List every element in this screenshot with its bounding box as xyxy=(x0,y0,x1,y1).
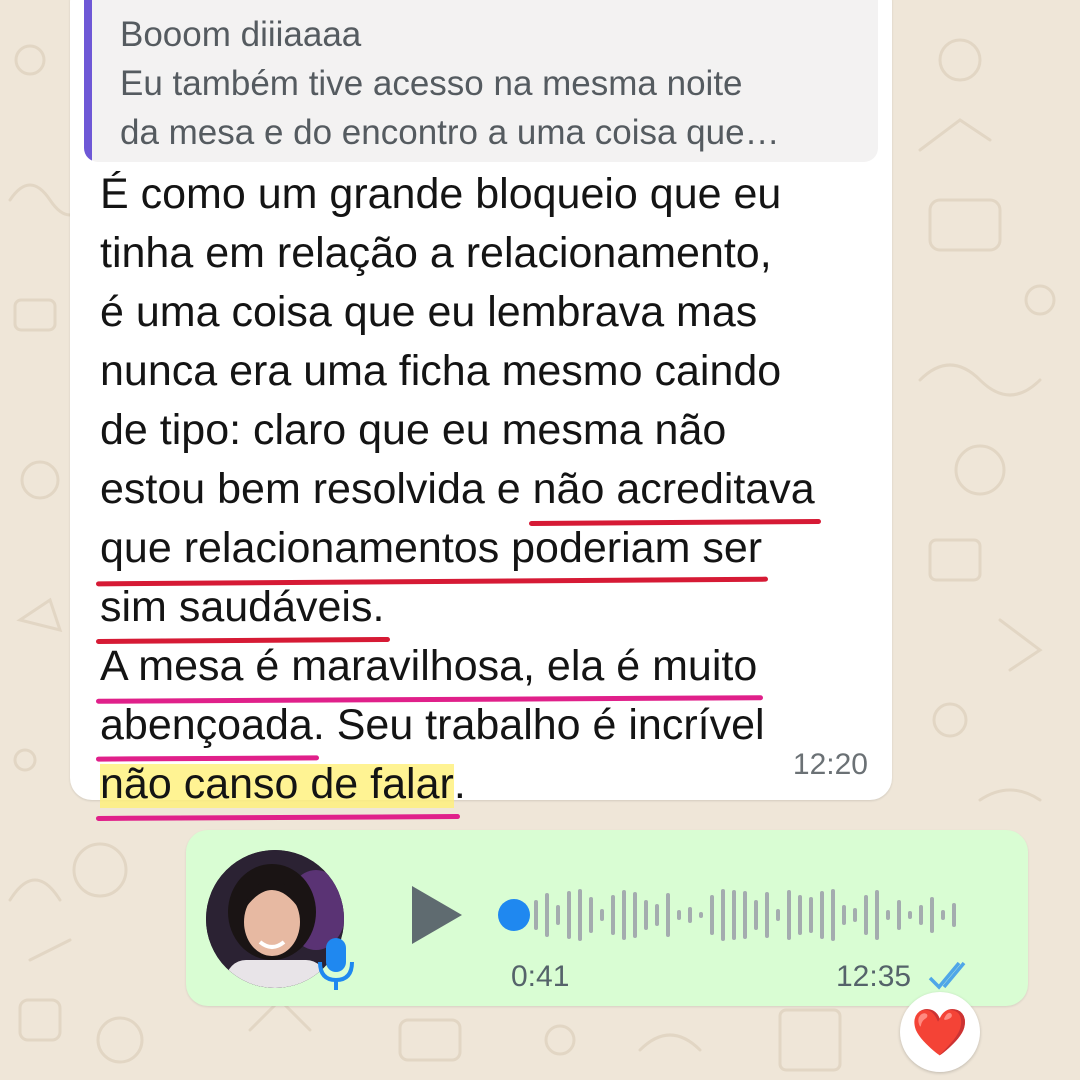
waveform-bar xyxy=(666,893,670,937)
message-text: É como um grande bloqueio que eu tinha e… xyxy=(100,165,880,814)
waveform-bar xyxy=(699,912,703,918)
waveform-bar xyxy=(820,891,824,939)
audio-waveform[interactable] xyxy=(486,880,966,950)
message-line: de tipo: claro que eu mesma não xyxy=(100,406,727,454)
waveform-bar xyxy=(875,890,879,940)
waveform-bar xyxy=(919,905,923,925)
waveform-bar xyxy=(776,909,780,921)
waveform-bar xyxy=(578,889,582,941)
message-text-fragment: . Seu trabalho é incrível xyxy=(312,701,765,749)
waveform-bar xyxy=(831,889,835,941)
waveform-bar xyxy=(600,909,604,921)
message-line: abençoada. Seu trabalho é incrível xyxy=(100,696,880,755)
waveform-bar xyxy=(952,903,956,927)
waveform-bar xyxy=(765,892,769,938)
highlighted-text: não canso de falar xyxy=(100,755,454,814)
message-line: É como um grande bloqueio que eu xyxy=(100,170,782,218)
message-line: sim saudáveis. xyxy=(100,578,880,637)
waveform-bar xyxy=(644,900,648,930)
message-line: estou bem resolvida e não acreditava xyxy=(100,460,880,519)
red-underlined-text: não acreditava xyxy=(533,460,815,519)
quoted-reply[interactable]: Booom diiiaaaa Eu também tive acesso na … xyxy=(84,0,878,162)
waveform-bar xyxy=(556,905,560,925)
message-text-fragment: . xyxy=(453,760,466,808)
quote-accent-bar xyxy=(84,0,92,162)
incoming-message-bubble[interactable]: Booom diiiaaaa Eu também tive acesso na … xyxy=(70,0,892,814)
waveform-bar xyxy=(864,895,868,935)
voice-message-bubble[interactable]: 0:41 12:35 xyxy=(186,830,1028,1006)
message-line: é uma coisa que eu lembrava mas xyxy=(100,288,758,336)
waveform-bar xyxy=(941,910,945,920)
pink-underlined-text: A mesa é maravilhosa, ela é muito xyxy=(100,637,757,696)
waveform-bar xyxy=(732,890,736,940)
waveform-bar xyxy=(853,908,857,922)
waveform-bar xyxy=(930,897,934,933)
message-line: não canso de falar. xyxy=(100,755,880,814)
waveform-bar xyxy=(743,891,747,939)
waveform-bar xyxy=(710,895,714,935)
waveform-bar xyxy=(622,890,626,940)
waveform-bar xyxy=(688,907,692,923)
microphone-icon xyxy=(318,938,354,990)
waveform-bar xyxy=(534,900,538,930)
waveform-bar xyxy=(545,893,549,937)
voice-duration: 0:41 xyxy=(511,960,570,993)
quoted-message-text: Booom diiiaaaa Eu também tive acesso na … xyxy=(120,15,780,152)
message-line: que relacionamentos poderiam ser xyxy=(100,519,880,578)
read-receipt-icon xyxy=(928,961,966,990)
heart-reaction[interactable]: ❤️ xyxy=(900,992,980,1072)
waveform-bar xyxy=(842,905,846,925)
message-timestamp: 12:20 xyxy=(792,748,868,781)
pink-underlined-text: abençoada xyxy=(100,696,313,755)
waveform-bar xyxy=(655,904,659,926)
message-timestamp: 12:35 xyxy=(836,960,912,993)
message-line: tinha em relação a relacionamento, xyxy=(100,229,772,277)
message-text-fragment: estou bem resolvida e xyxy=(100,465,533,513)
waveform-bar xyxy=(589,897,593,933)
play-icon[interactable] xyxy=(406,882,466,948)
message-line: A mesa é maravilhosa, ela é muito xyxy=(100,637,880,696)
waveform-bar xyxy=(611,895,615,935)
waveform-bar xyxy=(721,889,725,941)
progress-dot[interactable] xyxy=(498,899,530,931)
red-underlined-text: sim saudáveis. xyxy=(100,578,384,637)
waveform-bar xyxy=(754,900,758,930)
waveform-bar xyxy=(886,910,890,920)
waveform-bar xyxy=(897,900,901,930)
waveform-bar xyxy=(567,891,571,939)
message-line: nunca era uma ficha mesmo caindo xyxy=(100,347,782,395)
waveform-bar xyxy=(798,895,802,935)
red-underlined-text: que relacionamentos poderiam ser xyxy=(100,519,762,578)
waveform-bar xyxy=(677,910,681,920)
waveform-bar xyxy=(809,897,813,933)
waveform-bar xyxy=(787,890,791,940)
waveform-bar xyxy=(908,911,912,919)
heart-icon: ❤️ xyxy=(911,1006,969,1058)
waveform-bar xyxy=(633,892,637,938)
